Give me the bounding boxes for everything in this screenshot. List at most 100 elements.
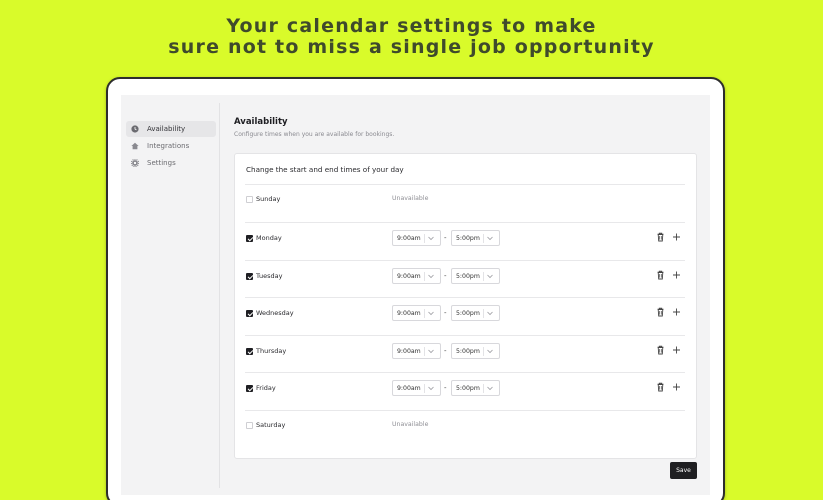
trash-icon[interactable] <box>656 232 665 242</box>
select-divider <box>483 272 484 281</box>
chevron-down-icon <box>487 386 493 391</box>
start-time-select[interactable]: 9:00am <box>392 268 441 284</box>
day-label: Saturday <box>256 421 286 429</box>
start-time-select[interactable]: 9:00am <box>392 380 441 396</box>
divider <box>245 372 685 373</box>
start-time-value: 9:00am <box>397 347 421 355</box>
day-label: Thursday <box>256 347 287 355</box>
day-label: Monday <box>256 234 282 242</box>
range-separator: - <box>444 384 447 392</box>
range-separator: - <box>444 347 447 355</box>
plus-icon[interactable] <box>672 232 681 242</box>
start-time-value: 9:00am <box>397 272 421 280</box>
trash-icon[interactable] <box>656 382 665 392</box>
sidebar-item-integrations[interactable]: Integrations <box>126 138 216 154</box>
end-time-value: 5:00pm <box>456 347 480 355</box>
day-row-monday: Monday 9:00am - 5:00pm <box>245 230 685 246</box>
day-checkbox[interactable] <box>246 348 253 355</box>
day-row-sunday: Sunday Unavailable <box>245 193 685 207</box>
chevron-down-icon <box>487 274 493 279</box>
day-row-thursday: Thursday 9:00am - 5:00pm <box>245 343 685 359</box>
day-label: Friday <box>256 384 276 392</box>
chevron-down-icon <box>487 349 493 354</box>
start-time-select[interactable]: 9:00am <box>392 230 441 246</box>
clock-icon <box>130 124 140 134</box>
divider <box>245 222 685 223</box>
start-time-select[interactable]: 9:00am <box>392 305 441 321</box>
range-separator: - <box>444 234 447 242</box>
gear-icon <box>130 158 140 168</box>
plus-icon[interactable] <box>672 382 681 392</box>
page-subtitle: Configure times when you are available f… <box>234 131 395 138</box>
select-divider <box>483 347 484 356</box>
page-title: Availability <box>234 117 288 127</box>
unavailable-label: Unavailable <box>392 421 429 428</box>
chevron-down-icon <box>428 236 434 241</box>
end-time-select[interactable]: 5:00pm <box>451 380 500 396</box>
sidebar-item-settings[interactable]: Settings <box>126 155 216 171</box>
end-time-select[interactable]: 5:00pm <box>451 268 500 284</box>
plus-icon[interactable] <box>672 307 681 317</box>
headline-line-1: Your calendar settings to make <box>226 15 597 37</box>
chevron-down-icon <box>428 386 434 391</box>
day-label: Sunday <box>256 195 281 203</box>
plus-icon[interactable] <box>672 270 681 280</box>
select-divider <box>483 234 484 243</box>
headline-line-2: sure not to miss a single job opportunit… <box>168 36 655 58</box>
day-row-tuesday: Tuesday 9:00am - 5:00pm <box>245 268 685 284</box>
day-checkbox[interactable] <box>246 273 253 280</box>
headline: Your calendar settings to make sure not … <box>0 16 823 58</box>
start-time-value: 9:00am <box>397 384 421 392</box>
select-divider <box>424 384 425 393</box>
day-row-friday: Friday 9:00am - 5:00pm <box>245 380 685 396</box>
sidebar-item-label: Availability <box>147 125 186 133</box>
end-time-value: 5:00pm <box>456 309 480 317</box>
sidebar-item-label: Integrations <box>147 142 190 150</box>
chevron-down-icon <box>428 311 434 316</box>
chevron-down-icon <box>487 236 493 241</box>
sidebar-item-label: Settings <box>147 159 176 167</box>
start-time-select[interactable]: 9:00am <box>392 343 441 359</box>
end-time-select[interactable]: 5:00pm <box>451 305 500 321</box>
day-checkbox[interactable] <box>246 422 253 429</box>
select-divider <box>483 384 484 393</box>
select-divider <box>424 347 425 356</box>
start-time-value: 9:00am <box>397 234 421 242</box>
chevron-down-icon <box>487 311 493 316</box>
day-checkbox[interactable] <box>246 310 253 317</box>
home-icon <box>130 141 140 151</box>
sidebar-item-availability[interactable]: Availability <box>126 121 216 137</box>
range-separator: - <box>444 272 447 280</box>
divider <box>245 260 685 261</box>
end-time-value: 5:00pm <box>456 234 480 242</box>
day-checkbox[interactable] <box>246 235 253 242</box>
chevron-down-icon <box>428 274 434 279</box>
divider <box>245 184 685 185</box>
range-separator: - <box>444 309 447 317</box>
day-label: Wednesday <box>256 309 294 317</box>
card-heading: Change the start and end times of your d… <box>246 165 404 174</box>
start-time-value: 9:00am <box>397 309 421 317</box>
day-checkbox[interactable] <box>246 385 253 392</box>
divider <box>245 297 685 298</box>
end-time-value: 5:00pm <box>456 384 480 392</box>
day-row-wednesday: Wednesday 9:00am - 5:00pm <box>245 305 685 321</box>
select-divider <box>424 309 425 318</box>
plus-icon[interactable] <box>672 345 681 355</box>
divider <box>245 335 685 336</box>
select-divider <box>424 272 425 281</box>
chevron-down-icon <box>428 349 434 354</box>
save-button[interactable]: Save <box>670 462 697 479</box>
select-divider <box>483 309 484 318</box>
select-divider <box>424 234 425 243</box>
trash-icon[interactable] <box>656 270 665 280</box>
trash-icon[interactable] <box>656 307 665 317</box>
day-checkbox[interactable] <box>246 196 253 203</box>
trash-icon[interactable] <box>656 345 665 355</box>
end-time-select[interactable]: 5:00pm <box>451 343 500 359</box>
divider <box>245 410 685 411</box>
day-label: Tuesday <box>256 272 283 280</box>
day-row-saturday: Saturday Unavailable <box>245 419 685 433</box>
end-time-value: 5:00pm <box>456 272 480 280</box>
end-time-select[interactable]: 5:00pm <box>451 230 500 246</box>
